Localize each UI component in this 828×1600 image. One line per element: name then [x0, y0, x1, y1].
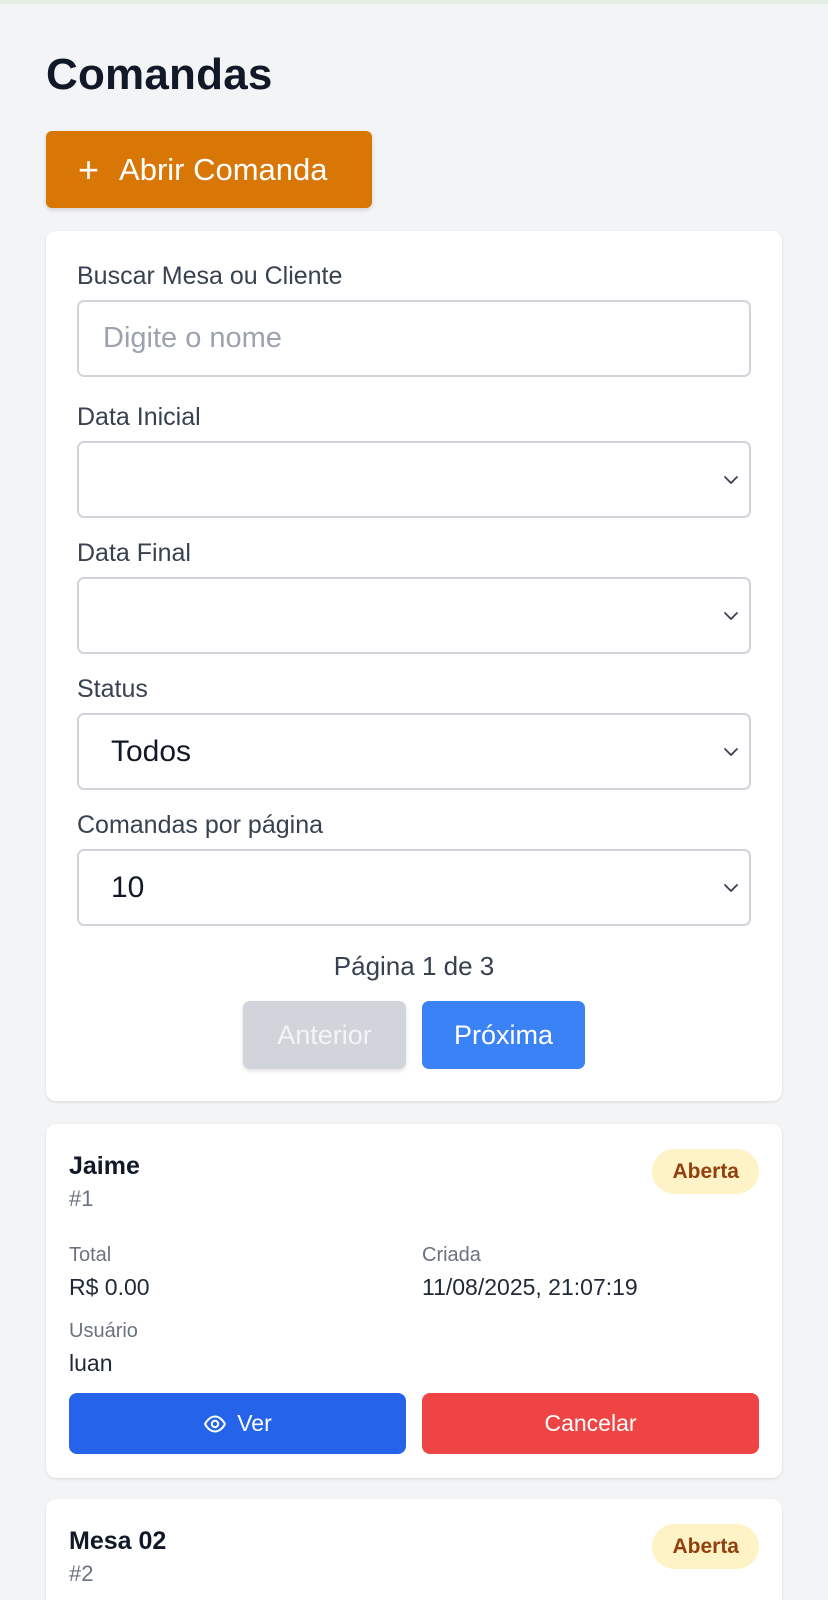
cancel-order-button[interactable]: Cancelar [422, 1393, 759, 1454]
order-name: Mesa 02 [69, 1527, 167, 1555]
chevron-down-icon [724, 883, 738, 892]
chevron-down-icon [724, 747, 738, 756]
end-date-select[interactable] [77, 577, 751, 654]
page: Comandas + Abrir Comanda Buscar Mesa ou … [0, 0, 828, 1600]
page-title: Comandas [46, 50, 273, 99]
per-page-label: Comandas por página [77, 811, 323, 839]
user-label: Usuário [69, 1320, 138, 1342]
chevron-down-icon [724, 611, 738, 620]
view-order-button[interactable]: Ver [69, 1393, 406, 1454]
start-date-label: Data Inicial [77, 403, 201, 431]
order-name: Jaime [69, 1152, 140, 1180]
next-page-button[interactable]: Próxima [422, 1001, 585, 1069]
search-input[interactable] [79, 322, 749, 355]
created-value: 11/08/2025, 21:07:19 [422, 1274, 638, 1300]
total-label: Total [69, 1244, 112, 1266]
created-label: Criada [422, 1244, 481, 1266]
filters-card: Buscar Mesa ou Cliente Data Inicial Data… [46, 231, 782, 1101]
user-value: luan [69, 1350, 113, 1376]
order-card: Mesa 02 #2 Aberta [46, 1499, 782, 1600]
status-label: Status [77, 675, 148, 703]
total-value: R$ 0.00 [69, 1274, 150, 1300]
view-label: Ver [237, 1410, 272, 1436]
status-value: Todos [111, 734, 192, 768]
open-order-button[interactable]: + Abrir Comanda [46, 131, 372, 208]
status-badge: Aberta [652, 1524, 759, 1569]
per-page-select[interactable]: 10 [77, 849, 751, 926]
end-date-label: Data Final [77, 539, 191, 567]
search-label: Buscar Mesa ou Cliente [77, 262, 343, 290]
start-date-select[interactable] [77, 441, 751, 518]
status-select[interactable]: Todos [77, 713, 751, 790]
order-id: #2 [69, 1561, 94, 1586]
order-card: Jaime #1 Aberta Total R$ 0.00 Criada 11/… [46, 1124, 782, 1478]
pagination-text: Página 1 de 3 [333, 951, 495, 981]
previous-page-button[interactable]: Anterior [243, 1001, 406, 1069]
order-id: #1 [69, 1186, 94, 1211]
status-badge: Aberta [652, 1149, 759, 1194]
per-page-value: 10 [111, 870, 145, 904]
plus-icon: + [78, 148, 100, 190]
search-field[interactable] [77, 300, 751, 377]
open-order-label: Abrir Comanda [119, 151, 328, 187]
eye-icon [204, 1415, 227, 1432]
chevron-down-icon [724, 475, 738, 484]
top-divider [0, 0, 828, 4]
